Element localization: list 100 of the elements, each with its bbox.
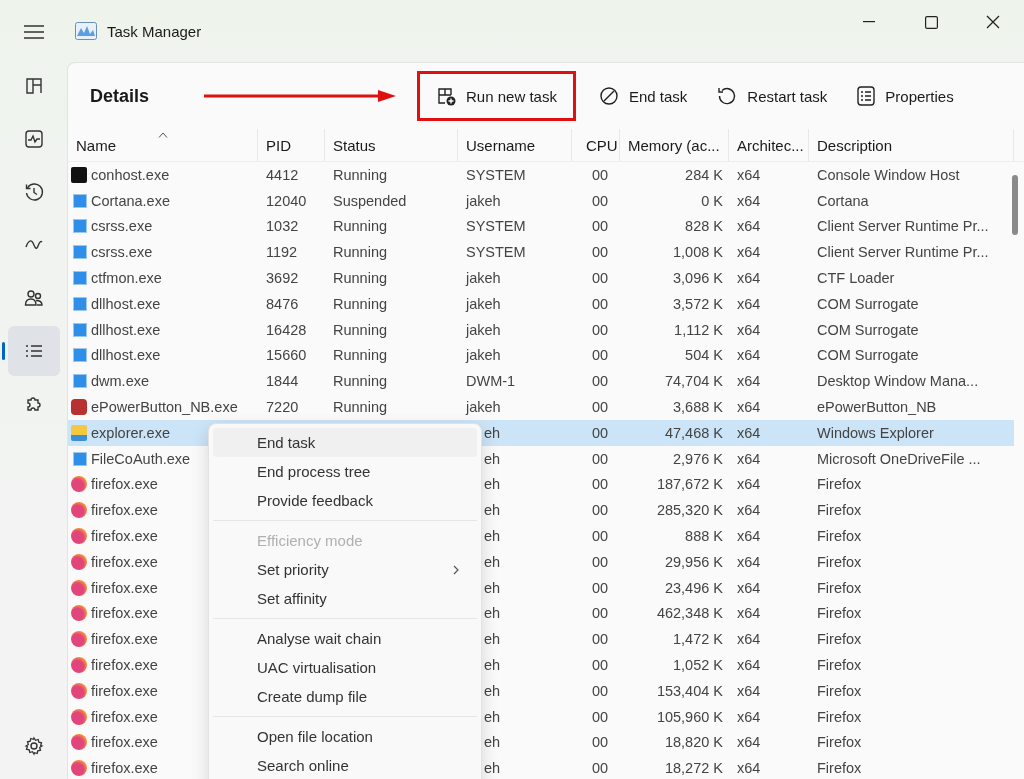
scrollbar-thumb[interactable] — [1012, 175, 1018, 235]
memory-cell-text: 3,688 K — [672, 398, 724, 418]
username-cell-text: eh — [483, 656, 502, 676]
browser-icon — [71, 682, 87, 699]
menu-item[interactable]: Create dump file — [213, 682, 477, 711]
description-cell-text: Firefox — [816, 578, 863, 598]
description-cell-text: Cortana — [816, 191, 870, 211]
process-name[interactable]: dwm.exe — [90, 368, 258, 395]
menu-item[interactable]: Provide feedback — [213, 486, 477, 515]
architecture-cell-text: x64 — [736, 527, 762, 547]
browser-icon — [71, 553, 87, 570]
memory-cell-text: 23,496 K — [663, 578, 724, 598]
memory-cell-text: 828 K — [684, 217, 724, 237]
browser-icon — [71, 605, 87, 622]
process-name[interactable]: csrss.exe — [90, 239, 258, 266]
architecture-cell: x64 — [729, 419, 809, 446]
settings-icon — [23, 736, 44, 756]
cpu-cell-text: 00 — [591, 656, 610, 676]
menu-item[interactable]: Set affinity — [213, 584, 477, 613]
cpu-cell-text: 00 — [591, 681, 610, 701]
architecture-cell-text: x64 — [736, 191, 762, 211]
sort-caret-icon — [157, 132, 168, 138]
architecture-cell-text: x64 — [736, 217, 762, 237]
status-cell-text: Running — [332, 165, 388, 185]
menu-item[interactable]: UAC virtualisation — [213, 653, 477, 682]
username-cell-text: eh — [483, 578, 502, 598]
memory-cell-text: 1,052 K — [672, 656, 724, 676]
browser-icon — [71, 476, 87, 493]
toolbar-button[interactable]: Run new task — [430, 82, 563, 110]
cpu-cell-text: 00 — [591, 527, 610, 547]
process-name[interactable]: dllhost.exe — [90, 342, 258, 369]
process-name[interactable]: ePowerButton_NB.exe — [90, 394, 258, 420]
browser-icon — [71, 579, 87, 596]
column-header[interactable]: Status — [325, 129, 458, 161]
pid-cell-text: 1192 — [265, 243, 299, 263]
description-cell-text: COM Surrogate — [816, 294, 920, 314]
memory-cell-text: 1,008 K — [672, 243, 724, 263]
username-cell-text: eh — [483, 527, 502, 547]
architecture-cell-text: x64 — [736, 656, 762, 676]
restart-icon — [717, 86, 738, 106]
memory-cell: 47,468 K — [620, 419, 729, 446]
column-header[interactable]: Description — [809, 129, 1014, 161]
architecture-cell-text: x64 — [736, 165, 762, 185]
architecture-cell-text: x64 — [736, 578, 762, 598]
memory-cell-text: 29,956 K — [663, 552, 724, 572]
minimize-icon — [863, 21, 875, 23]
menu-item[interactable]: Search online — [213, 751, 477, 779]
column-header[interactable]: PID — [258, 129, 325, 161]
column-header[interactable]: Architec... — [729, 129, 809, 161]
process-name[interactable]: dllhost.exe — [90, 316, 258, 343]
architecture-cell-text: x64 — [736, 346, 762, 366]
status-cell-text: Running — [332, 320, 388, 340]
username-cell-text: eh — [483, 604, 502, 624]
app-icon — [73, 193, 87, 208]
cpu-cell-text: 00 — [591, 398, 610, 418]
column-header[interactable]: Memory (ac... — [620, 129, 729, 161]
description-cell: Windows Explorer — [809, 419, 1014, 446]
browser-icon — [71, 528, 87, 545]
description-cell-text: Firefox — [816, 707, 863, 727]
architecture-cell-text: x64 — [736, 707, 762, 727]
pulse-icon — [23, 129, 44, 149]
memory-cell-text: 0 K — [700, 191, 724, 211]
memory-cell-text: 462,348 K — [655, 604, 724, 624]
process-name[interactable]: conhost.exe — [90, 162, 258, 188]
menu-item[interactable]: Analyse wait chain — [213, 624, 477, 653]
toolbar-button[interactable]: Properties — [851, 82, 960, 110]
description-cell-text: ePowerButton_NB — [816, 398, 938, 418]
menu-item[interactable]: End process tree — [213, 457, 477, 486]
toolbar-button[interactable]: Restart task — [711, 82, 834, 110]
new-task-icon — [436, 86, 457, 106]
process-name[interactable]: csrss.exe — [90, 213, 258, 240]
column-header[interactable]: CPU — [572, 129, 620, 161]
description-cell-text: Desktop Window Mana... — [816, 372, 980, 392]
browser-icon — [71, 708, 87, 725]
status-cell-text: Running — [332, 243, 388, 263]
process-name[interactable]: Cortana.exe — [90, 187, 258, 214]
description-cell-text: Client Server Runtime Pr... — [816, 243, 990, 263]
toolbar-button[interactable]: End task — [592, 82, 694, 110]
pid-cell-text: 4412 — [265, 165, 300, 185]
grid-icon — [23, 76, 44, 96]
menu-item[interactable]: Open file location — [213, 722, 477, 751]
process-name[interactable]: ctfmon.exe — [90, 265, 258, 291]
menu-item[interactable]: Set priority — [213, 555, 477, 584]
description-cell-text: CTF Loader — [816, 269, 896, 289]
pid-cell-text: 15660 — [265, 346, 308, 366]
column-header[interactable]: Name — [68, 129, 258, 161]
menu-item[interactable]: End task — [213, 428, 477, 457]
column-header[interactable]: Username — [458, 129, 572, 161]
description-cell-text: Firefox — [816, 656, 863, 676]
app-icon — [73, 374, 87, 389]
description-cell-text: Firefox — [816, 527, 863, 547]
username-cell-text: SYSTEM — [465, 217, 527, 237]
stop-icon — [598, 86, 619, 106]
app-icon — [73, 348, 87, 363]
browser-icon — [71, 734, 87, 751]
process-name[interactable]: dllhost.exe — [90, 291, 258, 317]
chevron-right-icon — [453, 564, 459, 575]
status-cell-text: Running — [332, 346, 388, 366]
username-cell-text: jakeh — [464, 398, 502, 418]
cpu-cell-text: 00 — [591, 578, 610, 598]
